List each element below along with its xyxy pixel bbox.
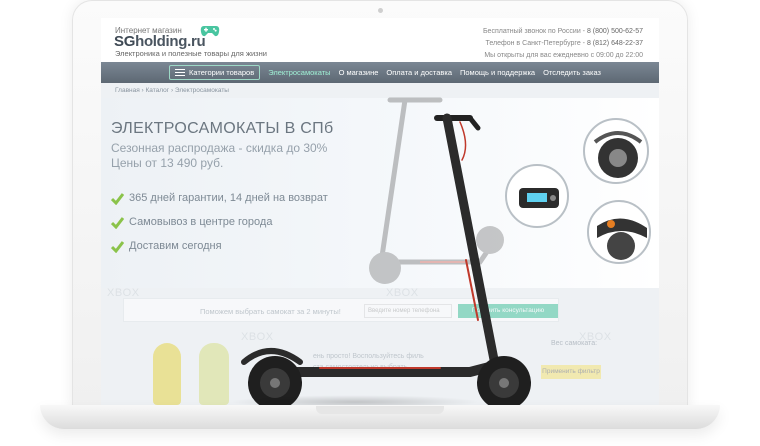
laptop-mockup: Интернет магазин SGholding.ru Электроник… [0,0,760,446]
scooter-product-image [241,113,531,410]
laptop-notch [316,406,444,414]
